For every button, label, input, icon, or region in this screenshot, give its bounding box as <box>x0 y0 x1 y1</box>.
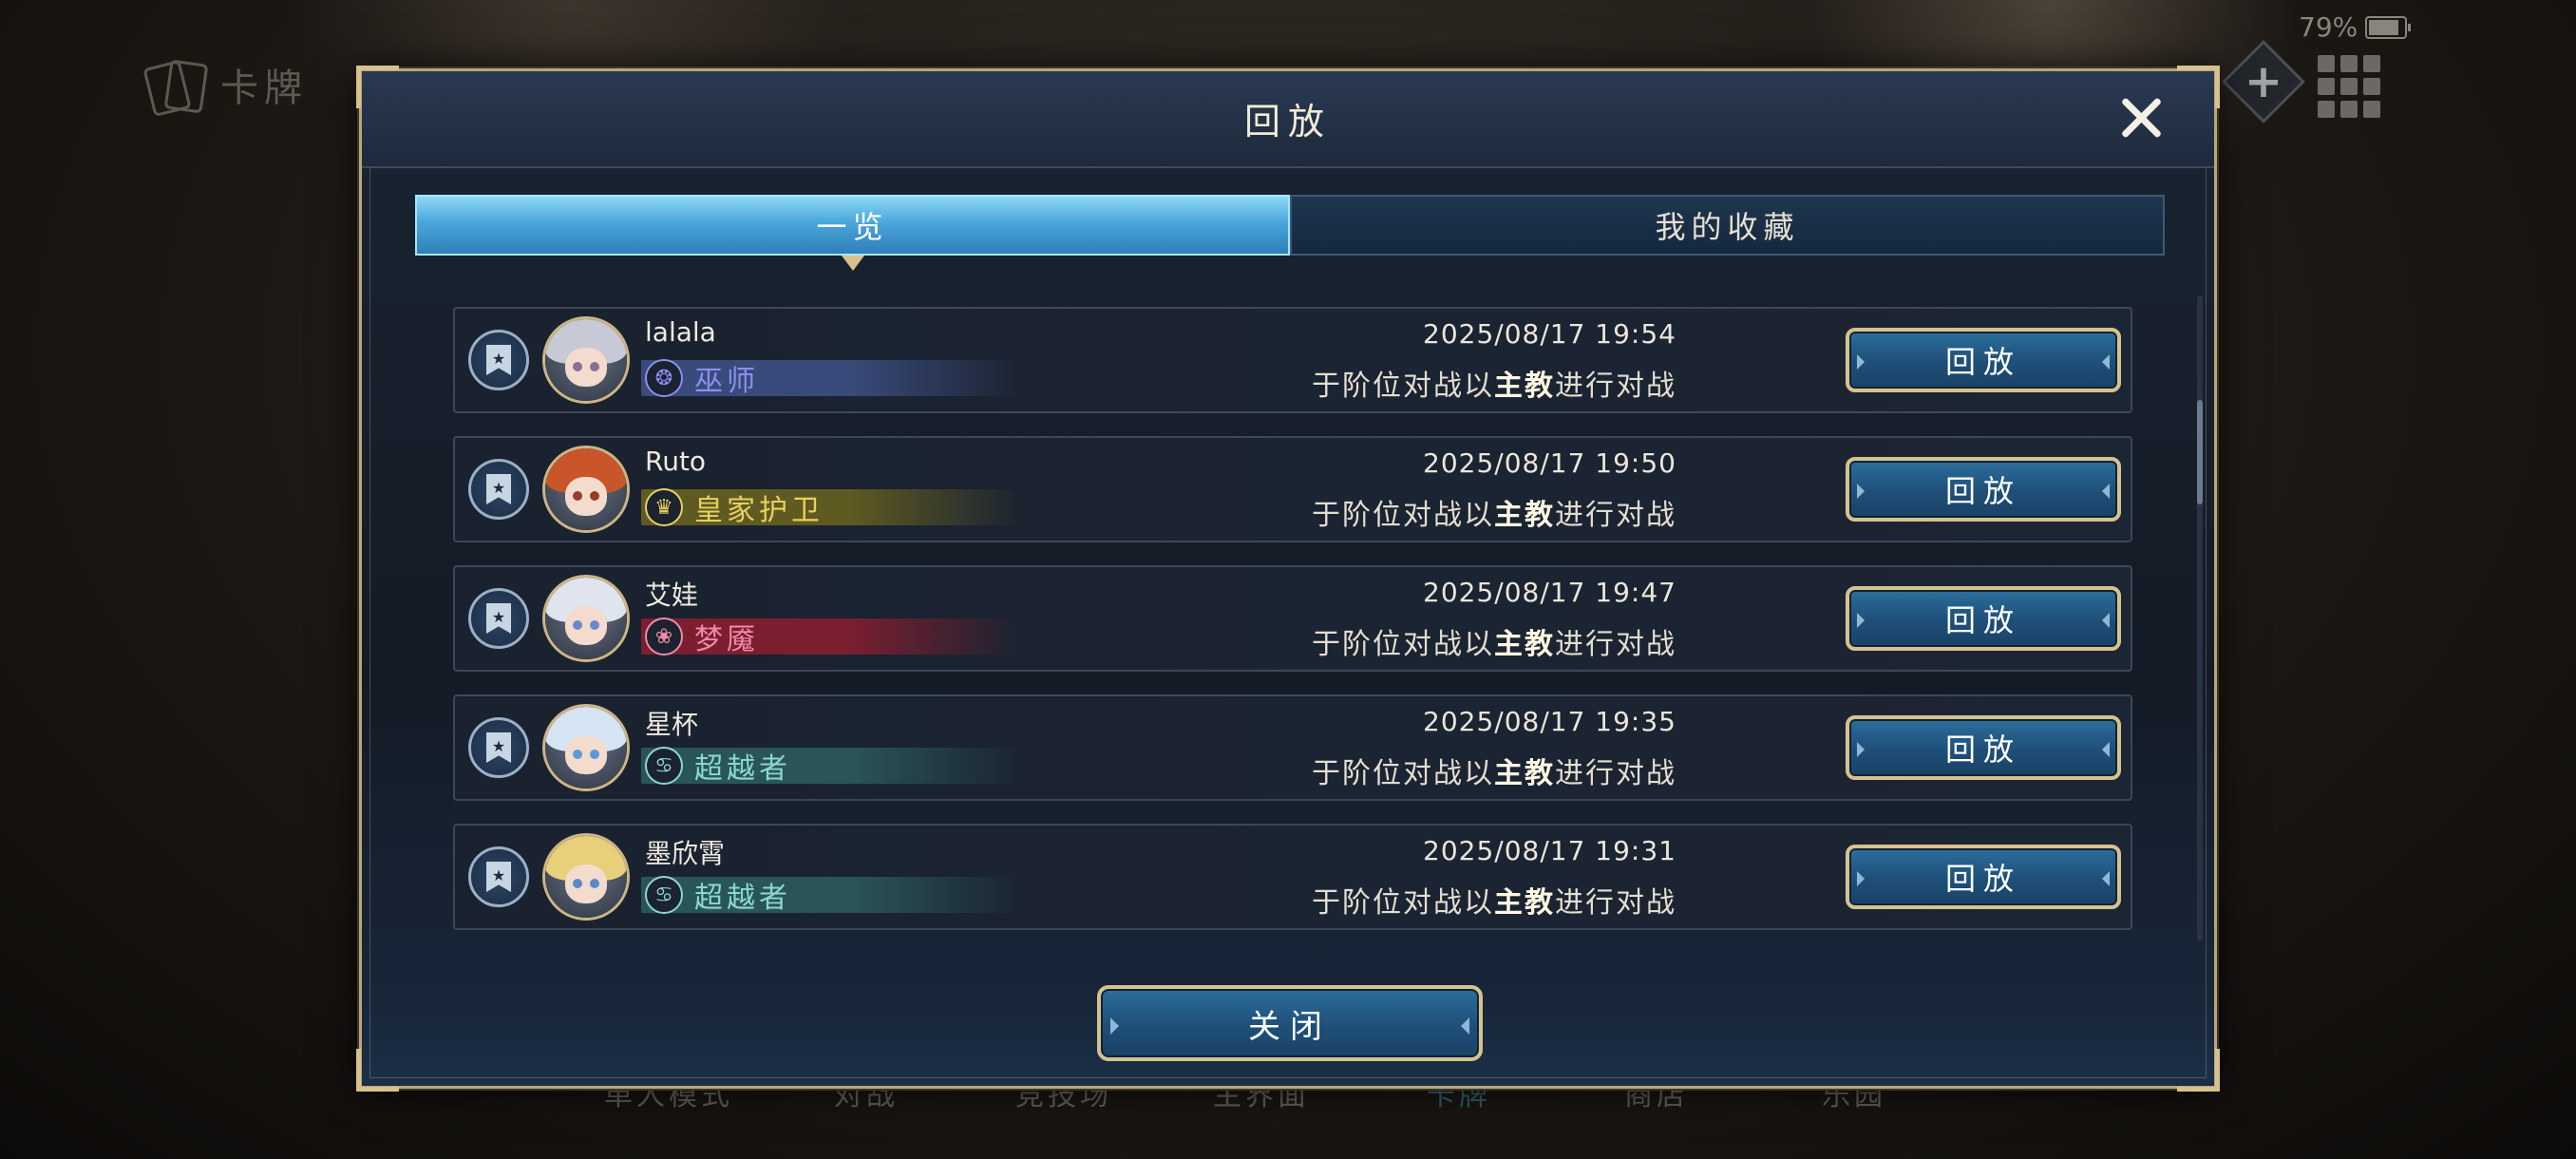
favorite-button[interactable]: ★ <box>468 330 529 390</box>
class-badge: ❂ 巫师 <box>641 356 1021 400</box>
player-name: 星杯 <box>645 709 699 740</box>
avatar[interactable] <box>542 704 630 791</box>
player-name: Ruto <box>645 446 707 477</box>
cards-icon <box>142 59 209 118</box>
deck-class-highlight: 主教 <box>1494 499 1555 532</box>
scrollbar-thumb[interactable] <box>2197 400 2203 504</box>
desc-suffix: 进行对战 <box>1555 628 1676 661</box>
favorite-button[interactable]: ★ <box>468 717 529 778</box>
dialog-title: 回放 <box>1243 101 1332 142</box>
status-bar: 79% <box>2299 11 2412 43</box>
desc-suffix: 进行对战 <box>1555 757 1676 790</box>
replay-row: ★ lalala ❂ 巫师 2025/08/17 19:54 于阶位对战以主教进… <box>453 307 2132 413</box>
scrollbar[interactable] <box>2197 295 2203 941</box>
favorite-button[interactable]: ★ <box>468 459 529 520</box>
bookmark-star-icon: ★ <box>486 474 511 504</box>
class-name: 皇家护卫 <box>694 494 824 527</box>
bookmark-star-icon: ★ <box>486 732 511 763</box>
player-name: lalala <box>645 316 716 348</box>
class-name: 梦魇 <box>694 623 759 656</box>
menu-grid-button[interactable] <box>2318 55 2380 118</box>
bookmark-star-icon: ★ <box>486 862 511 892</box>
replay-button[interactable]: 回放 <box>1846 328 2121 392</box>
favorite-button[interactable]: ★ <box>468 846 529 907</box>
replay-button[interactable]: 回放 <box>1846 457 2121 522</box>
match-description: 于阶位对战以主教进行对战 <box>1312 620 1676 662</box>
match-timestamp: 2025/08/17 19:35 <box>1423 706 1676 737</box>
desc-prefix: 于阶位对战以 <box>1312 499 1494 532</box>
desc-suffix: 进行对战 <box>1555 370 1676 403</box>
avatar[interactable] <box>542 575 630 662</box>
replay-row: ★ Ruto ♛ 皇家护卫 2025/08/17 19:50 于阶位对战以主教进… <box>453 436 2132 542</box>
avatar[interactable] <box>542 833 630 921</box>
desc-prefix: 于阶位对战以 <box>1312 370 1494 403</box>
desc-prefix: 于阶位对战以 <box>1312 757 1494 790</box>
desc-prefix: 于阶位对战以 <box>1312 628 1494 661</box>
tab-bar: 一览 我的收藏 <box>415 195 2165 271</box>
desc-suffix: 进行对战 <box>1555 499 1676 532</box>
grid-icon <box>2318 55 2335 72</box>
avatar[interactable] <box>542 316 630 404</box>
dialog-header: 回放 <box>362 71 2214 168</box>
class-badge: ♋ 超越者 <box>641 744 1021 788</box>
replay-button[interactable]: 回放 <box>1846 715 2121 780</box>
player-name: 墨欣霄 <box>645 838 726 869</box>
player-name: 艾娃 <box>645 580 699 611</box>
deck-class-highlight: 主教 <box>1494 886 1555 920</box>
class-icon: ♋ <box>645 876 683 914</box>
battery-icon <box>2365 15 2412 39</box>
favorite-button[interactable]: ★ <box>468 588 529 649</box>
avatar[interactable] <box>542 446 630 533</box>
class-badge: ♋ 超越者 <box>641 873 1021 917</box>
desc-prefix: 于阶位对战以 <box>1312 886 1494 920</box>
match-description: 于阶位对战以主教进行对战 <box>1312 362 1676 404</box>
plus-icon: + <box>2244 55 2283 108</box>
deck-class-highlight: 主教 <box>1494 757 1555 790</box>
battery-percent: 79% <box>2299 11 2358 43</box>
match-timestamp: 2025/08/17 19:54 <box>1423 318 1676 350</box>
deck-class-highlight: 主教 <box>1494 628 1555 661</box>
class-icon: ♋ <box>645 747 683 785</box>
match-timestamp: 2025/08/17 19:31 <box>1423 835 1676 866</box>
match-timestamp: 2025/08/17 19:47 <box>1423 577 1676 608</box>
class-name: 超越者 <box>694 752 791 786</box>
match-timestamp: 2025/08/17 19:50 <box>1423 447 1676 479</box>
screen-title: 卡牌 <box>142 57 308 118</box>
add-button[interactable]: + <box>2222 40 2305 124</box>
class-badge: ♛ 皇家护卫 <box>641 485 1021 529</box>
replay-button[interactable]: 回放 <box>1846 586 2121 651</box>
screen-title-label: 卡牌 <box>220 66 308 110</box>
replay-list[interactable]: ★ lalala ❂ 巫师 2025/08/17 19:54 于阶位对战以主教进… <box>453 307 2132 953</box>
match-description: 于阶位对战以主教进行对战 <box>1312 491 1676 533</box>
bookmark-star-icon: ★ <box>486 603 511 634</box>
replay-row: ★ 星杯 ♋ 超越者 2025/08/17 19:35 于阶位对战以主教进行对战… <box>453 694 2132 801</box>
tab-overview[interactable]: 一览 <box>415 195 1290 271</box>
class-badge: ❀ 梦魇 <box>641 615 1021 658</box>
class-icon: ❀ <box>645 618 683 656</box>
replay-button[interactable]: 回放 <box>1846 845 2121 909</box>
deck-class-highlight: 主教 <box>1494 370 1555 403</box>
desc-suffix: 进行对战 <box>1555 886 1676 920</box>
class-name: 超越者 <box>694 882 791 915</box>
close-button[interactable]: 关闭 <box>1097 985 1483 1061</box>
bookmark-star-icon: ★ <box>486 345 511 375</box>
class-icon: ❂ <box>645 359 683 397</box>
replay-row: ★ 艾娃 ❀ 梦魇 2025/08/17 19:47 于阶位对战以主教进行对战 … <box>453 565 2132 672</box>
class-icon: ♛ <box>645 488 683 526</box>
class-name: 巫师 <box>694 365 759 398</box>
replay-dialog: 回放 一览 我的收藏 ★ lalala ❂ 巫师 2025/08/17 19:54… <box>356 66 2220 1092</box>
match-description: 于阶位对战以主教进行对战 <box>1312 879 1676 921</box>
replay-row: ★ 墨欣霄 ♋ 超越者 2025/08/17 19:31 于阶位对战以主教进行对… <box>453 824 2132 930</box>
tab-my-favorites[interactable]: 我的收藏 <box>1290 195 2165 256</box>
close-icon[interactable] <box>2113 90 2169 145</box>
match-description: 于阶位对战以主教进行对战 <box>1312 750 1676 791</box>
